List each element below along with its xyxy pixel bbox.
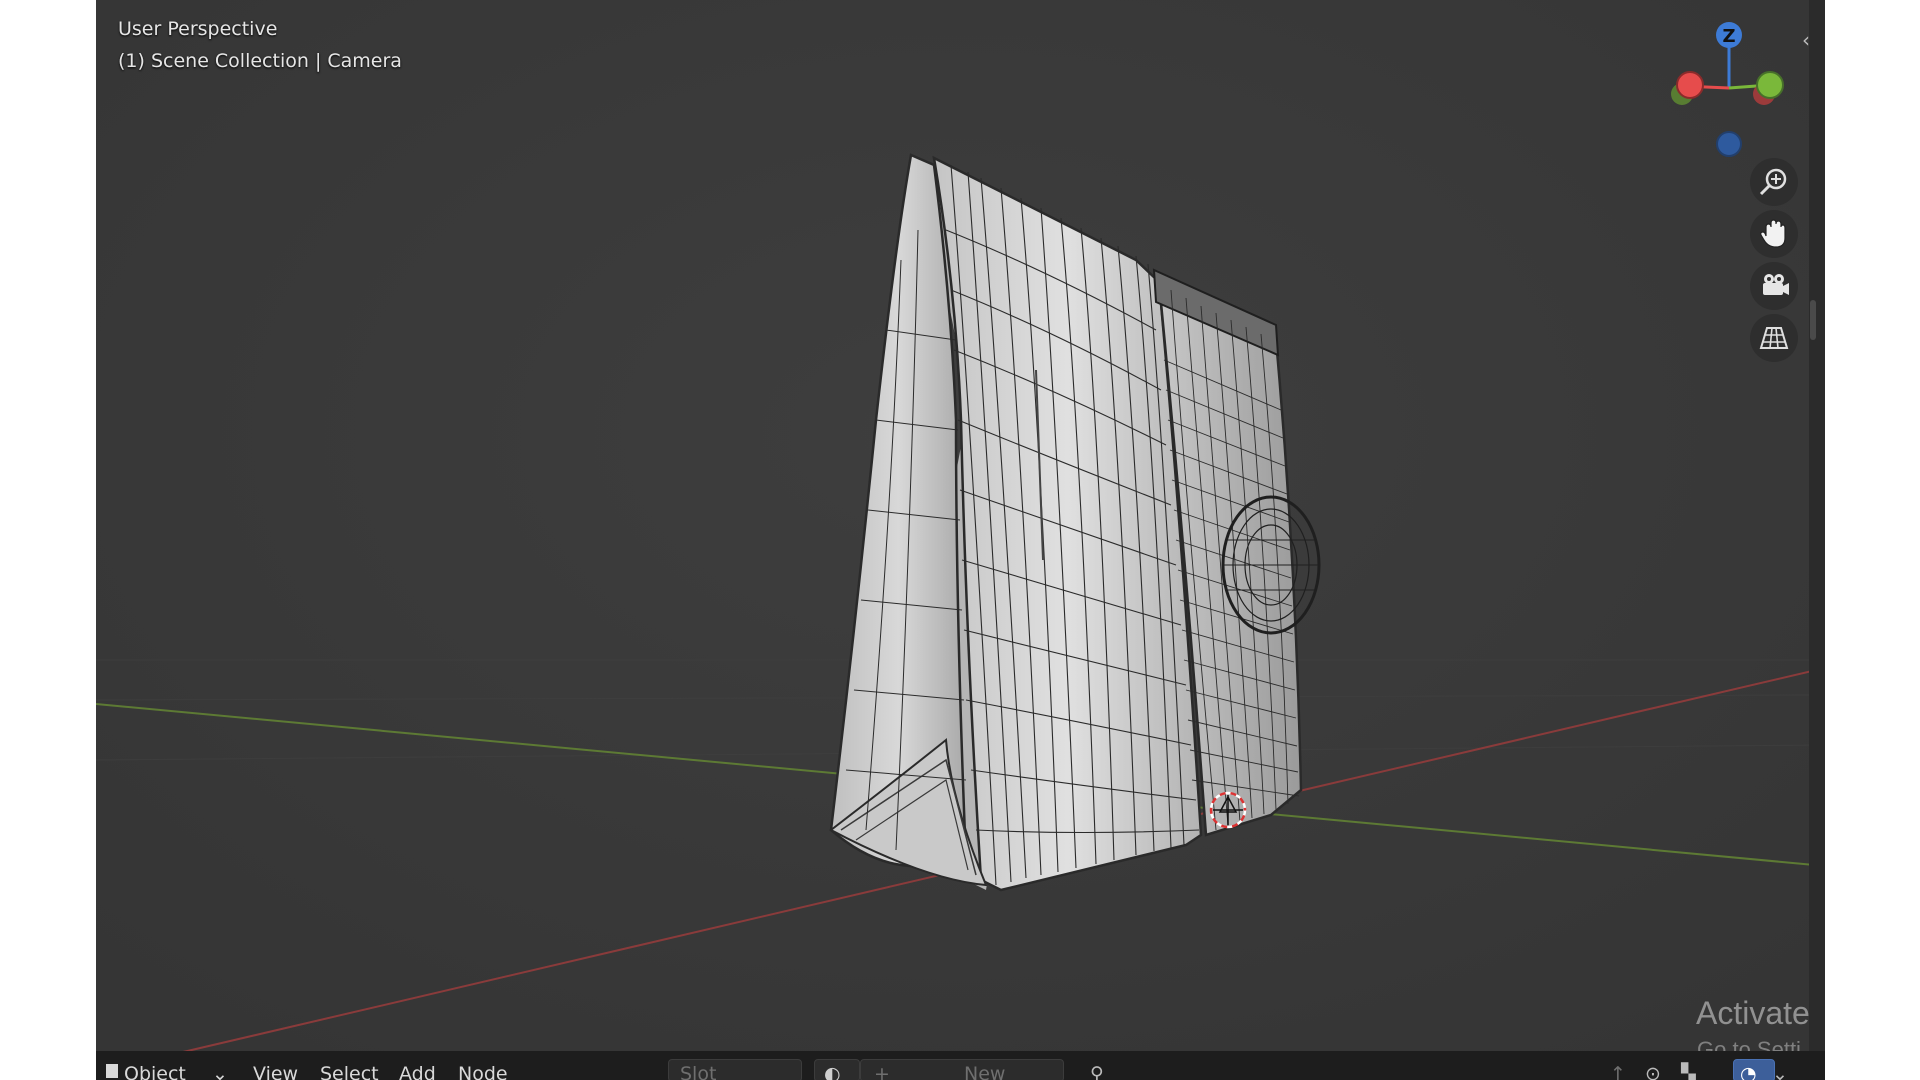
- gizmo-z-label: Z: [1722, 26, 1735, 47]
- mode-select[interactable]: Object: [124, 1063, 186, 1080]
- view-name-label: User Perspective: [118, 18, 278, 40]
- activation-watermark: Activate: [1696, 995, 1810, 1031]
- material-sphere-icon: ◐: [824, 1063, 841, 1080]
- menu-view[interactable]: View: [253, 1063, 298, 1080]
- camera-view-button[interactable]: [1750, 262, 1798, 310]
- editor-type-icon[interactable]: [106, 1064, 118, 1078]
- overlay-icon: ◔: [1740, 1063, 1757, 1080]
- overlay-chevron-icon[interactable]: ⌄: [1772, 1063, 1788, 1080]
- pan-button[interactable]: [1750, 210, 1798, 258]
- collection-info-label: (1) Scene Collection | Camera: [118, 50, 402, 72]
- gizmo-y-axis[interactable]: [1756, 71, 1784, 99]
- menu-select[interactable]: Select: [320, 1063, 379, 1080]
- menu-node[interactable]: Node: [458, 1063, 508, 1080]
- plus-icon: +: [874, 1063, 890, 1080]
- viewport-scene[interactable]: [96, 0, 1825, 1080]
- new-material-label: New: [964, 1063, 1006, 1080]
- hand-pan-icon: [1760, 219, 1786, 248]
- navigation-gizmo[interactable]: Z: [1654, 0, 1794, 165]
- transform-icon[interactable]: ▚: [1681, 1063, 1696, 1080]
- 3d-viewport[interactable]: User Perspective (1) Scene Collection | …: [96, 0, 1825, 1080]
- perspective-grid-icon: [1759, 327, 1789, 349]
- parent-node-tree-icon[interactable]: ↑: [1610, 1063, 1626, 1080]
- menu-add[interactable]: Add: [399, 1063, 436, 1080]
- viewport-right-region: [1809, 0, 1825, 1080]
- pin-icon[interactable]: ⚲: [1090, 1063, 1104, 1080]
- zoom-button[interactable]: [1750, 158, 1798, 206]
- perspective-toggle-button[interactable]: [1750, 314, 1798, 362]
- zoom-icon: [1759, 168, 1787, 196]
- gizmo-x-axis[interactable]: [1676, 71, 1704, 99]
- snap-icon[interactable]: ⊙: [1645, 1063, 1661, 1080]
- slot-label: Slot: [680, 1063, 717, 1080]
- mode-chevron-icon[interactable]: ⌄: [212, 1063, 228, 1080]
- new-material-button[interactable]: [860, 1059, 1064, 1080]
- gizmo-neg-z[interactable]: [1716, 131, 1742, 157]
- scrollbar-thumb[interactable]: [1810, 300, 1816, 340]
- camera-view-icon: [1763, 274, 1789, 295]
